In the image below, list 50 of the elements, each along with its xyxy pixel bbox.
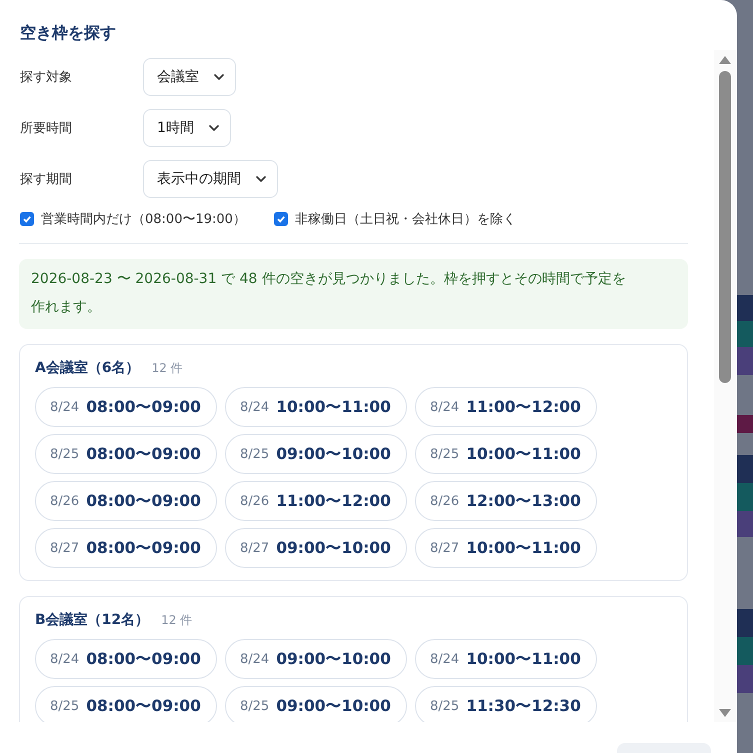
event-block (737, 455, 753, 483)
slot-count: 12 件 (152, 360, 183, 377)
check-icon (276, 214, 286, 224)
event-block (737, 637, 753, 665)
time-slot-button[interactable]: 8/24 10:00〜11:00 (225, 387, 407, 427)
scroll-up-icon[interactable] (718, 55, 732, 65)
time-slot-button[interactable]: 8/24 08:00〜09:00 (35, 387, 217, 427)
event-block (737, 483, 753, 511)
event-block (737, 511, 753, 537)
dropdown[interactable]: 表示中の期間 (143, 160, 278, 198)
time-slot-button[interactable]: 8/24 10:00〜11:00 (415, 639, 597, 679)
field-label: 所要時間 (19, 120, 73, 137)
result-notice: 2026-08-23 〜 2026-08-31 で 48 件の空きが見つかりました。枠を押すとその時間で予定を作れます。 (19, 259, 688, 329)
event-block (737, 609, 753, 637)
field-label: 探す期間 (19, 171, 73, 188)
checkbox-label: 営業時間内だけ（08:00〜19:00） (41, 211, 246, 228)
scrollbar-thumb[interactable] (719, 71, 731, 383)
event-block (737, 347, 753, 375)
event-block (737, 295, 753, 321)
slot-count: 12 件 (161, 612, 192, 629)
time-slot-button[interactable]: 8/25 08:00〜09:00 (35, 686, 217, 722)
dialog-title: 空き枠を探す (20, 22, 117, 44)
time-slot-button[interactable]: 8/25 09:00〜10:00 (225, 686, 407, 722)
time-slot-button[interactable]: 8/24 09:00〜10:00 (225, 639, 407, 679)
time-slot-button[interactable]: 8/27 09:00〜10:00 (225, 528, 407, 568)
event-block (737, 321, 753, 347)
event-block (737, 665, 753, 693)
checkbox[interactable] (20, 212, 34, 226)
checkbox-label: 非稼働日（土日祝・会社休日）を除く (294, 211, 516, 228)
time-slot-button[interactable]: 8/25 08:00〜09:00 (35, 434, 217, 474)
room-name: B会議室（12名） (35, 611, 150, 629)
time-slot-button[interactable]: 8/27 10:00〜11:00 (415, 528, 597, 568)
time-slot-button[interactable]: 8/24 11:00〜12:00 (415, 387, 597, 427)
room-name: A会議室（6名） (35, 359, 140, 377)
event-block (737, 415, 753, 433)
field-label: 探す対象 (19, 69, 73, 86)
dropdown[interactable]: 1時間 (143, 109, 231, 147)
check-icon (22, 214, 32, 224)
time-slot-button[interactable]: 8/24 08:00〜09:00 (35, 639, 217, 679)
time-slot-button[interactable]: 8/26 12:00〜13:00 (415, 481, 597, 521)
time-slot-button[interactable]: 8/27 08:00〜09:00 (35, 528, 217, 568)
checkbox[interactable] (274, 212, 288, 226)
scroll-down-icon[interactable] (718, 708, 732, 718)
time-slot-button[interactable]: 8/26 11:00〜12:00 (225, 481, 407, 521)
time-slot-button[interactable]: 8/26 08:00〜09:00 (35, 481, 217, 521)
scrollbar[interactable] (714, 50, 736, 722)
time-slot-button[interactable]: 8/25 11:30〜12:30 (415, 686, 597, 722)
time-slot-button[interactable]: 8/25 10:00〜11:00 (415, 434, 597, 474)
dropdown[interactable]: 会議室 (143, 58, 236, 96)
time-slot-button[interactable]: 8/25 09:00〜10:00 (225, 434, 407, 474)
